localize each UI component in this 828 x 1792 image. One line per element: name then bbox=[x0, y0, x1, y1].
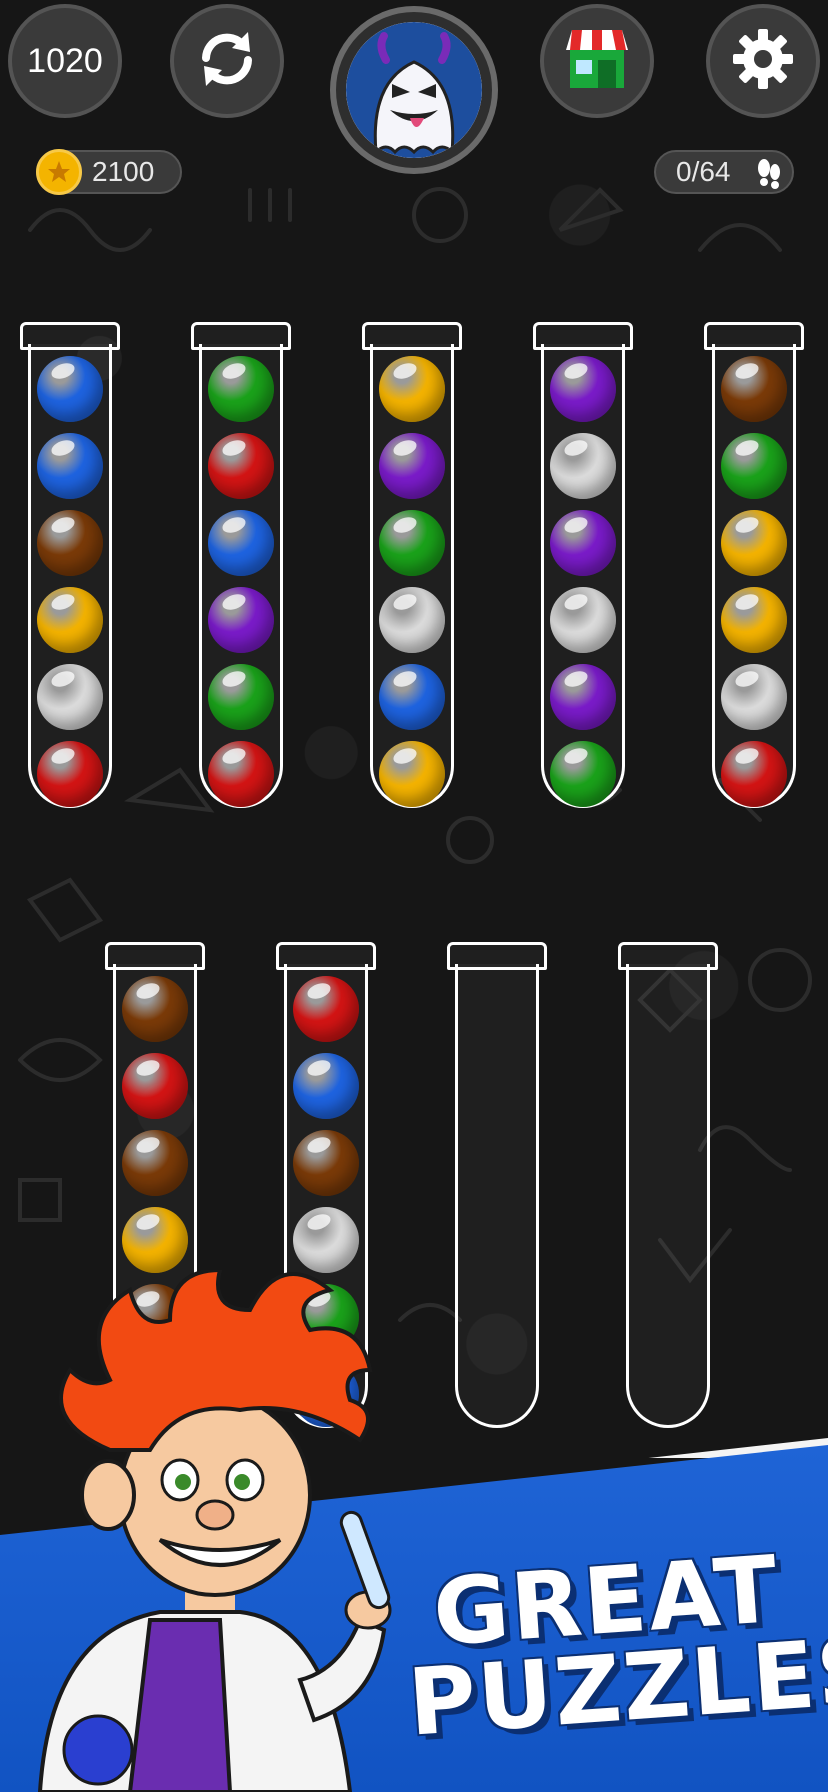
star-coin-icon bbox=[36, 149, 82, 195]
shop-button[interactable] bbox=[540, 4, 654, 118]
ball-blue[interactable] bbox=[379, 664, 445, 730]
coin-amount: 2100 bbox=[92, 156, 155, 187]
ball-blue[interactable] bbox=[37, 356, 103, 422]
ball-green[interactable] bbox=[208, 664, 274, 730]
tube[interactable] bbox=[704, 322, 804, 808]
level-badge: 1020 bbox=[8, 4, 122, 118]
ball-purple[interactable] bbox=[550, 664, 616, 730]
ball-yellow[interactable] bbox=[122, 1207, 188, 1273]
ball-green[interactable] bbox=[721, 433, 787, 499]
ball-purple[interactable] bbox=[550, 356, 616, 422]
tube-body bbox=[455, 964, 539, 1428]
ball-white[interactable] bbox=[550, 587, 616, 653]
level-number: 1020 bbox=[27, 41, 103, 80]
ball-blue[interactable] bbox=[293, 1053, 359, 1119]
tube[interactable] bbox=[447, 942, 547, 1428]
tube[interactable] bbox=[191, 322, 291, 808]
ball-red[interactable] bbox=[721, 741, 787, 807]
ball-white[interactable] bbox=[721, 664, 787, 730]
ball-white[interactable] bbox=[379, 587, 445, 653]
ball-red[interactable] bbox=[208, 741, 274, 807]
ball-red[interactable] bbox=[37, 741, 103, 807]
ball-yellow[interactable] bbox=[379, 741, 445, 807]
avatar[interactable] bbox=[330, 6, 498, 174]
ball-green[interactable] bbox=[550, 741, 616, 807]
ball-brown[interactable] bbox=[122, 1130, 188, 1196]
ball-white[interactable] bbox=[37, 664, 103, 730]
ball-red[interactable] bbox=[208, 433, 274, 499]
ball-red[interactable] bbox=[122, 1053, 188, 1119]
ball-brown[interactable] bbox=[122, 976, 188, 1042]
ball-yellow[interactable] bbox=[37, 587, 103, 653]
gear-icon bbox=[729, 25, 797, 97]
ball-brown[interactable] bbox=[293, 1130, 359, 1196]
ball-yellow[interactable] bbox=[721, 510, 787, 576]
coin-counter: 2100 bbox=[36, 149, 182, 195]
ghost-avatar-icon bbox=[346, 22, 482, 158]
ball-brown[interactable] bbox=[721, 356, 787, 422]
ball-blue[interactable] bbox=[37, 433, 103, 499]
moves-count: 0/64 bbox=[676, 156, 731, 187]
tube[interactable] bbox=[20, 322, 120, 808]
refresh-icon bbox=[192, 24, 262, 98]
tube[interactable] bbox=[533, 322, 633, 808]
tube[interactable] bbox=[618, 942, 718, 1428]
shop-icon bbox=[558, 20, 636, 102]
scientist-mascot bbox=[37, 1270, 392, 1792]
ball-white[interactable] bbox=[550, 433, 616, 499]
ball-red[interactable] bbox=[293, 976, 359, 1042]
ball-purple[interactable] bbox=[208, 587, 274, 653]
ball-yellow[interactable] bbox=[379, 356, 445, 422]
ball-yellow[interactable] bbox=[721, 587, 787, 653]
tube-body bbox=[626, 964, 710, 1428]
ball-green[interactable] bbox=[379, 510, 445, 576]
settings-button[interactable] bbox=[706, 4, 820, 118]
moves-counter: 0/64 bbox=[654, 150, 794, 194]
ball-purple[interactable] bbox=[550, 510, 616, 576]
ball-white[interactable] bbox=[293, 1207, 359, 1273]
ball-brown[interactable] bbox=[37, 510, 103, 576]
footprints-icon bbox=[754, 158, 784, 197]
ball-green[interactable] bbox=[208, 356, 274, 422]
tube[interactable] bbox=[362, 322, 462, 808]
restart-button[interactable] bbox=[170, 4, 284, 118]
ball-blue[interactable] bbox=[208, 510, 274, 576]
ball-purple[interactable] bbox=[379, 433, 445, 499]
